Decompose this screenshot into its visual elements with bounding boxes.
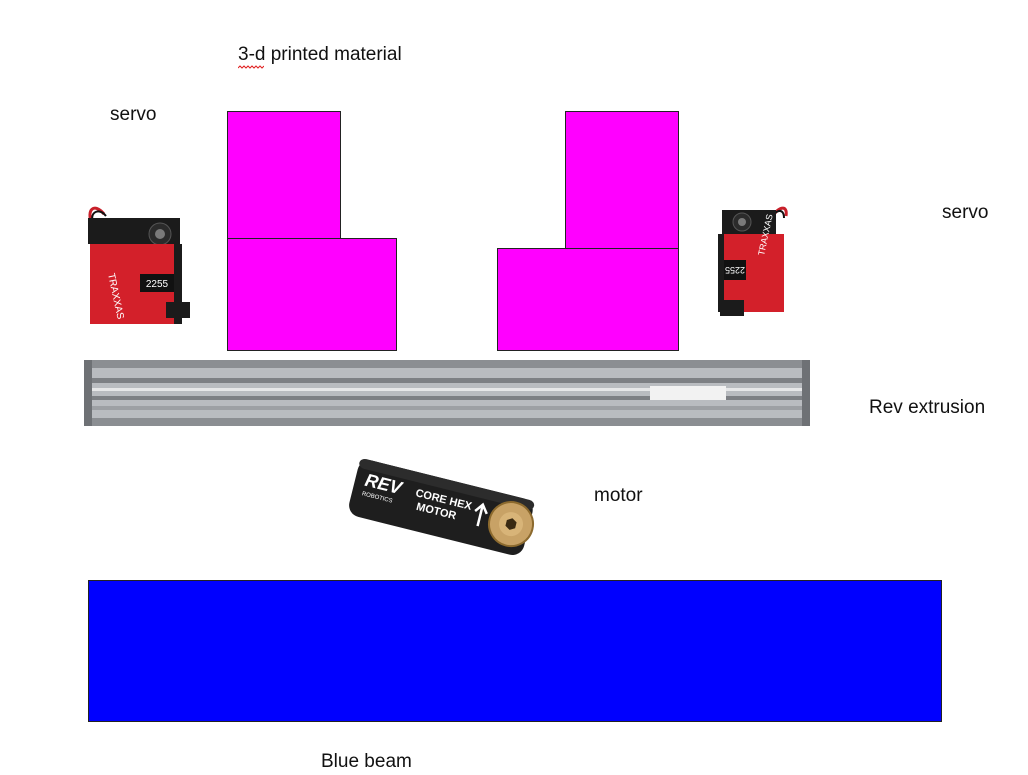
label-printed-material: 3-d printed material (238, 44, 402, 69)
diagram-canvas: 3-d printed material servo servo Rev ext… (0, 0, 1028, 775)
printed-block-left-lower (227, 238, 397, 351)
label-servo-left: servo (110, 104, 157, 125)
label-servo-right: servo (942, 202, 989, 223)
servo-model-text: 2255 (146, 279, 169, 290)
spellcheck-underline (238, 65, 264, 69)
label-rev-extrusion: Rev extrusion (869, 397, 986, 418)
servo-image-left: 2255 TRAXXAS (88, 206, 190, 324)
servo-model-text-right: 2255 (725, 265, 745, 275)
printed-block-right-upper (565, 111, 679, 250)
printed-block-right-lower (497, 248, 679, 351)
servo-image-right: 2255 TRAXXAS (718, 206, 788, 316)
label-blue-beam: Blue beam (321, 751, 412, 772)
blue-beam (88, 580, 942, 722)
label-motor: motor (594, 485, 643, 506)
motor-image: REV ROBOTICS CORE HEX MOTOR (349, 458, 535, 556)
rev-extrusion-image (84, 360, 810, 426)
printed-block-left-upper (227, 111, 341, 239)
